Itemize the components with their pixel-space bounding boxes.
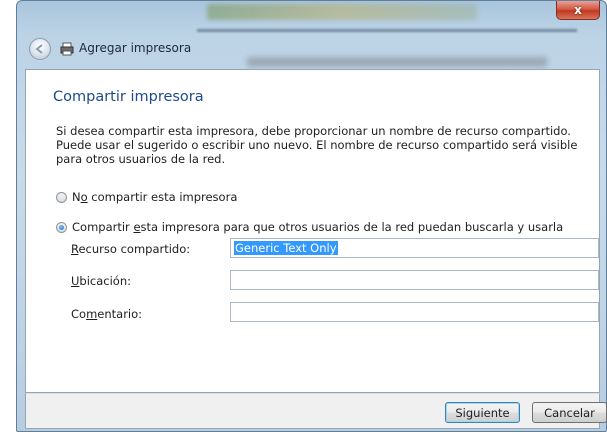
printer-icon [60,42,74,56]
no-share-label: No compartir esta impresora [72,190,238,204]
background-window-blur-line [197,29,577,32]
share-label: Compartir esta impresora para que otros … [72,220,564,234]
background-window-blur-text [247,57,547,67]
window-title: Agregar impresora [79,41,192,55]
comment-input[interactable] [230,302,599,322]
next-button[interactable]: Siguiente [445,402,520,423]
location-input[interactable] [230,270,599,290]
background-window-blur [207,4,477,20]
share-name-value: Generic Text Only [234,241,338,255]
wizard-footer: Siguiente Cancelar [25,393,607,429]
cancel-button[interactable]: Cancelar [532,402,607,423]
comment-label: Comentario: [71,307,143,321]
page-description: Si desea compartir esta impresora, debe … [56,124,578,166]
dialog-window: x Agregar impresora Compartir impresora … [16,0,607,432]
page-heading: Compartir impresora [53,89,204,105]
no-share-option[interactable]: No compartir esta impresora [56,190,237,204]
close-button[interactable]: x [556,1,600,20]
back-button[interactable] [29,38,51,60]
share-name-input[interactable]: Generic Text Only [230,238,599,258]
share-radio[interactable] [56,221,67,233]
close-icon: x [574,3,582,17]
share-option[interactable]: Compartir esta impresora para que otros … [56,220,563,234]
back-arrow-icon [35,44,43,54]
location-label: Ubicación: [71,274,132,288]
no-share-radio[interactable] [56,191,67,203]
wizard-content: Compartir impresora Si desea compartir e… [25,69,600,393]
share-name-label: Recurso compartido: [71,242,191,256]
